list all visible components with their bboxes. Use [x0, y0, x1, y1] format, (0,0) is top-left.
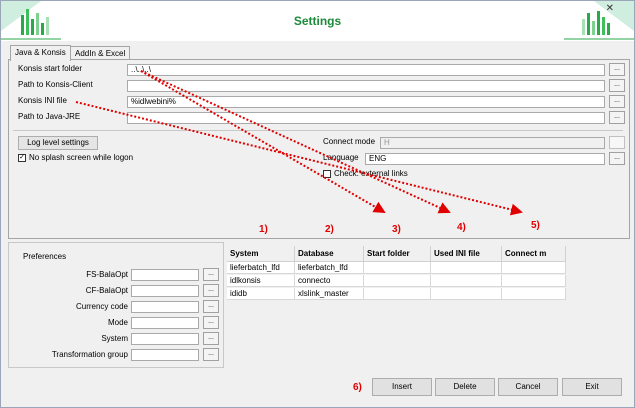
pref-label-system: System: [101, 334, 128, 343]
pref-label-transformation-group: Transformation group: [51, 350, 128, 359]
table-cell[interactable]: lieferbatch_lfd: [227, 262, 295, 274]
no-splash-checkbox[interactable]: ✓: [18, 154, 26, 162]
header-banner: Settings ✕: [1, 1, 634, 41]
table-cell[interactable]: idlkonsis: [227, 275, 295, 287]
connect-mode-label: Connect mode: [323, 137, 376, 146]
pref-browse-transformation-group[interactable]: ...: [203, 348, 219, 361]
settings-window: Settings ✕ Java & Konsis AddIn & Excel K…: [0, 0, 635, 408]
pref-browse-cf-balaopt[interactable]: ...: [203, 284, 219, 297]
table-cell[interactable]: [364, 262, 431, 274]
column-header-connect-mode[interactable]: Connect m: [502, 246, 566, 262]
java-jre-path-field[interactable]: [127, 112, 605, 124]
table-cell[interactable]: [431, 288, 502, 300]
pref-browse-currency-code[interactable]: ...: [203, 300, 219, 313]
java-konsis-panel: Konsis start folder ..\..\..\ ... Path t…: [8, 59, 630, 239]
log-level-settings-button[interactable]: Log level settings: [18, 136, 98, 150]
window-title: Settings: [293, 14, 342, 28]
table-cell[interactable]: ididb: [227, 288, 295, 300]
pref-browse-mode[interactable]: ...: [203, 316, 219, 329]
tab-java-konsis[interactable]: Java & Konsis: [10, 45, 71, 61]
column-header-start-folder[interactable]: Start folder: [364, 246, 431, 262]
pref-browse-fs-balaopt[interactable]: ...: [203, 268, 219, 281]
table-cell[interactable]: [502, 275, 566, 287]
table-cell[interactable]: connecto: [295, 275, 364, 287]
pref-field-transformation-group[interactable]: [131, 349, 199, 361]
no-splash-label: No splash screen while logon: [29, 153, 134, 162]
table-cell[interactable]: [502, 288, 566, 300]
insert-button[interactable]: Insert: [372, 378, 432, 396]
cancel-button[interactable]: Cancel: [498, 378, 558, 396]
check-external-links-checkbox[interactable]: [323, 170, 331, 178]
pref-field-currency-code[interactable]: [131, 301, 199, 313]
pref-label-fs-balaopt: FS-BalaOpt: [86, 270, 128, 279]
table-cell[interactable]: [502, 262, 566, 274]
konsis-start-folder-label: Konsis start folder: [18, 64, 83, 73]
java-jre-path-label: Path to Java-JRE: [18, 112, 81, 121]
column-header-used-ini-file[interactable]: Used INI file: [431, 246, 502, 262]
table-cell[interactable]: [364, 288, 431, 300]
delete-button[interactable]: Delete: [435, 378, 495, 396]
konsis-client-path-label: Path to Konsis-Client: [18, 80, 93, 89]
table-cell[interactable]: [364, 275, 431, 287]
pref-browse-system[interactable]: ...: [203, 332, 219, 345]
browse-client-path-button[interactable]: ...: [609, 79, 625, 92]
column-header-system[interactable]: System: [227, 246, 295, 262]
browse-java-jre-button[interactable]: ...: [609, 111, 625, 124]
annotation-6: 6): [353, 382, 362, 393]
preferences-panel: Preferences FS-BalaOpt ... CF-BalaOpt ..…: [8, 242, 224, 368]
pref-field-fs-balaopt[interactable]: [131, 269, 199, 281]
divider: [13, 130, 623, 131]
language-label: Language: [323, 153, 359, 162]
column-header-database[interactable]: Database: [295, 246, 364, 262]
annotation-4: 4): [457, 222, 466, 233]
table-cell[interactable]: [431, 262, 502, 274]
table-cell[interactable]: lieferbatch_lfd: [295, 262, 364, 274]
pref-field-cf-balaopt[interactable]: [131, 285, 199, 297]
pref-field-system[interactable]: [131, 333, 199, 345]
connect-mode-extra-box: [609, 136, 625, 149]
browse-language-button[interactable]: ...: [609, 152, 625, 165]
konsis-client-path-field[interactable]: [127, 80, 605, 92]
konsis-ini-file-label: Konsis INI file: [18, 96, 67, 105]
table-cell[interactable]: xlslink_master: [295, 288, 364, 300]
annotation-1: 1): [259, 224, 268, 235]
annotation-5: 5): [531, 220, 540, 231]
language-field[interactable]: ENG: [365, 153, 605, 165]
annotation-2: 2): [325, 224, 334, 235]
pref-label-cf-balaopt: CF-BalaOpt: [85, 286, 128, 295]
close-icon[interactable]: ✕: [606, 3, 614, 14]
konsis-start-folder-field[interactable]: ..\..\..\: [127, 64, 605, 76]
pref-field-mode[interactable]: [131, 317, 199, 329]
check-external-links-label: Check: external links: [334, 169, 408, 178]
preferences-title: Preferences: [23, 252, 67, 261]
konsis-ini-file-field[interactable]: %idlwebini%: [127, 96, 605, 108]
browse-start-folder-button[interactable]: ...: [609, 63, 625, 76]
annotation-3: 3): [392, 224, 401, 235]
table-cell[interactable]: [431, 275, 502, 287]
browse-ini-file-button[interactable]: ...: [609, 95, 625, 108]
exit-button[interactable]: Exit: [562, 378, 622, 396]
pref-label-currency-code: Currency code: [75, 302, 128, 311]
connect-mode-field[interactable]: H: [380, 137, 605, 149]
pref-label-mode: Mode: [107, 318, 128, 327]
